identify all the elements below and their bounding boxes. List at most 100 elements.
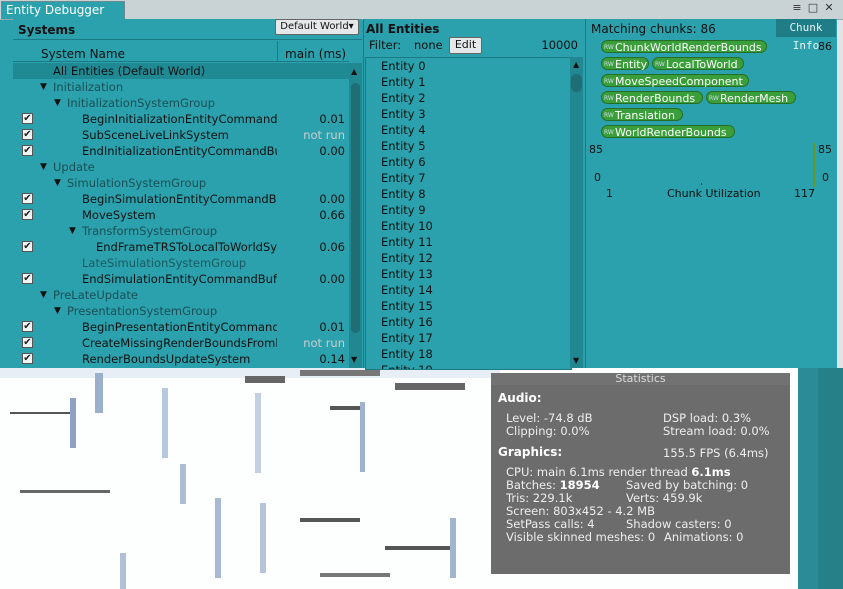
edit-filter-button[interactable]: Edit	[449, 37, 482, 54]
animations-readout: Animations: 0	[664, 530, 744, 544]
system-enabled-checkbox[interactable]: ✔	[22, 113, 33, 124]
system-name: Initialization	[53, 80, 124, 94]
statistics-overlay: Statistics Audio: Level: -74.8 dB Clippi…	[491, 373, 790, 574]
system-row[interactable]: ✔ BeginPresentationEntityCommand 0.01	[13, 319, 349, 335]
systems-list: All Entities (Default World) ▼ Initializat…	[13, 63, 349, 367]
entity-row[interactable]: Entity 15	[366, 298, 571, 314]
system-row[interactable]: ▼ SimulationSystemGroup	[13, 175, 349, 191]
entity-row[interactable]: Entity 14	[366, 282, 571, 298]
entity-row[interactable]: Entity 18	[366, 346, 571, 362]
component-tag: ChunkWorldRenderBounds	[601, 40, 767, 54]
system-row[interactable]: ✔ BeginInitializationEntityCommandB 0.01	[13, 111, 349, 127]
expand-triangle-icon[interactable]: ▼	[54, 175, 61, 191]
entity-row[interactable]: Entity 16	[366, 314, 571, 330]
entities-title: All Entities	[366, 22, 440, 36]
column-system-name[interactable]: System Name	[41, 47, 125, 61]
close-icon[interactable]: ✕	[823, 1, 835, 17]
scroll-thumb[interactable]	[571, 74, 582, 92]
system-name: Update	[53, 160, 95, 174]
system-enabled-checkbox[interactable]: ✔	[22, 273, 33, 284]
component-tag: Entity	[601, 57, 649, 71]
dsp-load: DSP load: 0.3%	[663, 411, 752, 425]
maximize-icon[interactable]: □	[807, 1, 819, 17]
scroll-down-icon[interactable]: ▼	[351, 355, 357, 364]
system-row[interactable]: ✔ EndFrameTRSToLocalToWorldSy 0.06	[13, 239, 349, 255]
entity-row[interactable]: Entity 3	[366, 106, 571, 122]
entity-row[interactable]: Entity 19	[366, 362, 571, 369]
system-enabled-checkbox[interactable]: ✔	[22, 337, 33, 348]
entity-row[interactable]: Entity 10	[366, 218, 571, 234]
entity-row[interactable]: Entity 2	[366, 90, 571, 106]
expand-triangle-icon[interactable]: ▼	[40, 287, 47, 303]
entity-row[interactable]: Entity 13	[366, 266, 571, 282]
system-enabled-checkbox[interactable]: ✔	[22, 241, 33, 252]
system-row[interactable]: ▼ Update	[13, 159, 349, 175]
system-enabled-checkbox[interactable]: ✔	[22, 193, 33, 204]
system-time: not run	[303, 128, 345, 142]
entities-scrollbar[interactable]: ▲ ▼	[570, 57, 583, 368]
entity-row[interactable]: Entity 0	[366, 58, 571, 74]
entity-row[interactable]: Entity 11	[366, 234, 571, 250]
system-enabled-checkbox[interactable]: ✔	[22, 129, 33, 140]
entity-row[interactable]: Entity 17	[366, 330, 571, 346]
scroll-up-icon[interactable]: ▲	[351, 67, 357, 76]
entity-row[interactable]: Entity 4	[366, 122, 571, 138]
system-row[interactable]: ✔ RenderBoundsUpdateSystem 0.14	[13, 351, 349, 367]
graphics-heading: Graphics:	[498, 445, 563, 459]
system-name: LateSimulationSystemGroup	[82, 256, 247, 270]
entity-row[interactable]: Entity 12	[366, 250, 571, 266]
entity-row[interactable]: Entity 8	[366, 186, 571, 202]
expand-triangle-icon[interactable]: ▼	[40, 159, 47, 175]
system-name: EndFrameTRSToLocalToWorldSy	[96, 240, 277, 254]
graph-x-max: 117	[794, 187, 815, 200]
tab-entity-debugger[interactable]: Entity Debugger	[1, 1, 125, 19]
entity-row[interactable]: Entity 1	[366, 74, 571, 90]
system-row[interactable]: ▼ PreLateUpdate	[13, 287, 349, 303]
scroll-down-icon[interactable]: ▼	[573, 356, 579, 365]
scroll-up-icon[interactable]: ▲	[573, 60, 579, 69]
system-row[interactable]: ▼ InitializationSystemGroup	[13, 95, 349, 111]
audio-heading: Audio:	[498, 391, 542, 405]
system-row[interactable]: ▼ TransformSystemGroup	[13, 223, 349, 239]
entity-row[interactable]: Entity 6	[366, 154, 571, 170]
system-time: 0.66	[319, 208, 345, 222]
expand-triangle-icon[interactable]: ▼	[69, 223, 76, 239]
system-time: 0.00	[319, 144, 345, 158]
skinned-meshes: Visible skinned meshes: 0	[506, 530, 656, 544]
system-time: 0.06	[319, 240, 345, 254]
system-row[interactable]: ✔ EndInitializationEntityCommandBu 0.00	[13, 143, 349, 159]
graph-left-min: 0	[594, 171, 601, 184]
system-row[interactable]: ✔ BeginSimulationEntityCommandBu 0.00	[13, 191, 349, 207]
system-row[interactable]: All Entities (Default World)	[13, 63, 349, 79]
system-enabled-checkbox[interactable]: ✔	[22, 321, 33, 332]
systems-panel: Systems Default World▾ System Name main …	[13, 19, 362, 368]
system-enabled-checkbox[interactable]: ✔	[22, 353, 33, 364]
chunk-info-button[interactable]: Chunk Info	[776, 19, 836, 52]
system-row[interactable]: ✔ CreateMissingRenderBoundsFroml not run	[13, 335, 349, 351]
system-name: EndInitializationEntityCommandBu	[82, 144, 277, 158]
system-row[interactable]: ✔ MoveSystem 0.66	[13, 207, 349, 223]
entities-panel: All Entities Filter: none Edit 10000 Ent…	[363, 19, 585, 370]
menu-icon[interactable]: ≡	[791, 1, 803, 17]
column-main-ms[interactable]: main (ms)	[285, 47, 346, 61]
world-dropdown[interactable]: Default World▾	[275, 19, 359, 35]
system-name: InitializationSystemGroup	[67, 96, 216, 110]
expand-triangle-icon[interactable]: ▼	[54, 95, 61, 111]
system-row[interactable]: ▼ Initialization	[13, 79, 349, 95]
systems-scrollbar[interactable]: ▲ ▼	[349, 63, 362, 368]
entity-row[interactable]: Entity 9	[366, 202, 571, 218]
expand-triangle-icon[interactable]: ▼	[40, 79, 47, 95]
expand-triangle-icon[interactable]: ▼	[54, 303, 61, 319]
entity-row[interactable]: Entity 7	[366, 170, 571, 186]
chunks-panel: Matching chunks: 86 Chunk Info 86 ChunkW…	[585, 19, 837, 368]
system-enabled-checkbox[interactable]: ✔	[22, 145, 33, 156]
system-enabled-checkbox[interactable]: ✔	[22, 209, 33, 220]
entity-row[interactable]: Entity 5	[366, 138, 571, 154]
system-row[interactable]: ▼ PresentationSystemGroup	[13, 303, 349, 319]
scroll-thumb[interactable]	[351, 83, 360, 333]
system-row[interactable]: LateSimulationSystemGroup	[13, 255, 349, 271]
system-row[interactable]: ✔ SubSceneLiveLinkSystem not run	[13, 127, 349, 143]
system-row[interactable]: ✔ EndSimulationEntityCommandBuff 0.00	[13, 271, 349, 287]
systems-header: Systems Default World▾	[13, 19, 362, 40]
archetype-components[interactable]: 86 ChunkWorldRenderBoundsEntityLocalToWo…	[591, 39, 837, 139]
